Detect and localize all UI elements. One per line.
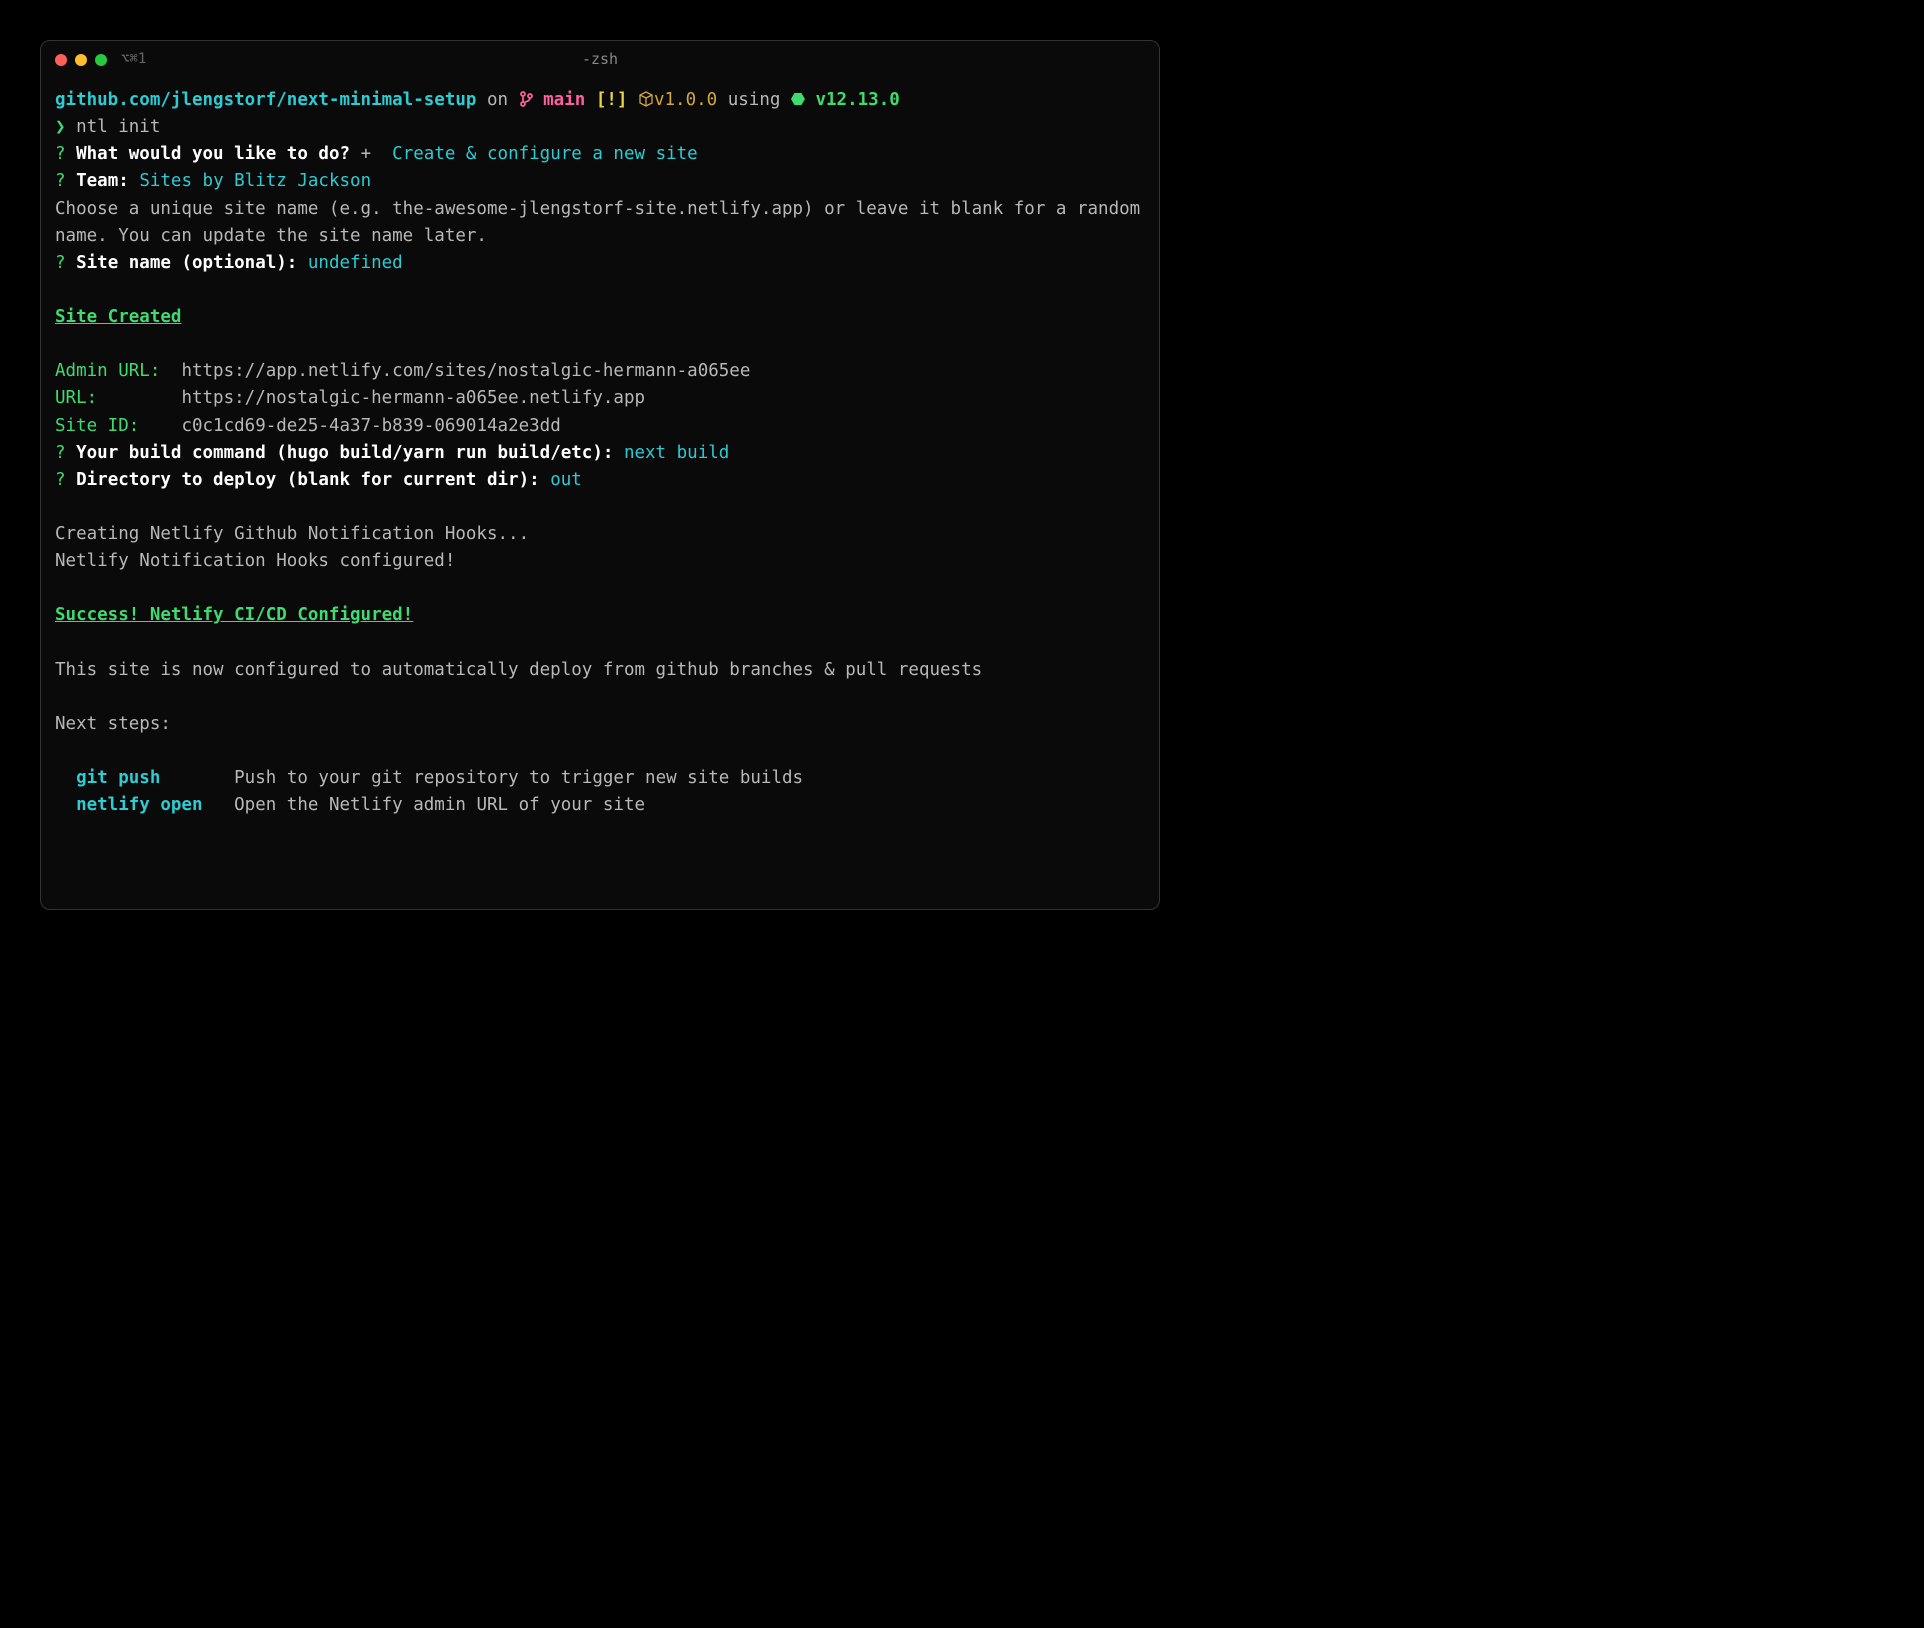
minimize-icon[interactable] xyxy=(75,54,87,66)
package-version: v1.0.0 xyxy=(654,90,717,110)
traffic-lights xyxy=(55,54,107,66)
using-text: using xyxy=(717,90,791,110)
blank-line xyxy=(55,277,1145,304)
step-git-push: git push Push to your git repository to … xyxy=(55,765,1145,792)
step-netlify-open: netlify open Open the Netlify admin URL … xyxy=(55,792,1145,819)
site-id-label: Site ID: xyxy=(55,416,139,436)
question-text: What would you like to do? xyxy=(66,144,361,164)
step-desc: Push to your git repository to trigger n… xyxy=(234,768,803,788)
url-value: https://nostalgic-hermann-a065ee.netlify… xyxy=(181,388,645,408)
hooks-creating: Creating Netlify Github Notification Hoo… xyxy=(55,521,1145,548)
success-heading: Success! Netlify CI/CD Configured! xyxy=(55,602,1145,629)
step-desc: Open the Netlify admin URL of your site xyxy=(234,795,645,815)
branch-icon xyxy=(519,90,533,110)
window-title: -zsh xyxy=(582,48,618,71)
success-desc: This site is now configured to automatic… xyxy=(55,657,1145,684)
hooks-done: Netlify Notification Hooks configured! xyxy=(55,548,1145,575)
repo-path: github.com/jlengstorf/next-minimal-setup xyxy=(55,90,476,110)
plus-char: + xyxy=(361,144,382,164)
deploy-dir-label: Directory to deploy (blank for current d… xyxy=(66,470,551,490)
hexagon-icon xyxy=(791,92,805,106)
question-mark: ? xyxy=(55,470,66,490)
terminal-window: ⌥⌘1 -zsh github.com/jlengstorf/next-mini… xyxy=(40,40,1160,910)
prompt-line: github.com/jlengstorf/next-minimal-setup… xyxy=(55,87,1145,114)
on-text: on xyxy=(476,90,518,110)
question-mark: ? xyxy=(55,253,66,273)
url-label: URL: xyxy=(55,388,97,408)
deploy-dir-value: out xyxy=(550,470,582,490)
q-deploy-dir: ? Directory to deploy (blank for current… xyxy=(55,467,1145,494)
admin-url-label: Admin URL: xyxy=(55,361,160,381)
command-text: ntl init xyxy=(66,117,161,137)
site-created-heading: Site Created xyxy=(55,304,1145,331)
blank-line xyxy=(55,684,1145,711)
step-cmd: netlify open xyxy=(76,795,202,815)
question-mark: ? xyxy=(55,443,66,463)
site-id-line: Site ID: c0c1cd69-de25-4a37-b839-069014a… xyxy=(55,413,1145,440)
title-bar: ⌥⌘1 -zsh xyxy=(41,41,1159,79)
git-flags: [!] xyxy=(596,90,638,110)
next-steps-label: Next steps: xyxy=(55,711,1145,738)
blank-line xyxy=(55,738,1145,765)
pad xyxy=(203,795,235,815)
blank-line xyxy=(55,575,1145,602)
blank-line xyxy=(55,331,1145,358)
q-site-name: ? Site name (optional): undefined xyxy=(55,250,1145,277)
team-value: Sites by Blitz Jackson xyxy=(139,171,371,191)
admin-url-line: Admin URL: https://app.netlify.com/sites… xyxy=(55,358,1145,385)
team-label: Team: xyxy=(66,171,140,191)
site-name-value: undefined xyxy=(308,253,403,273)
q-build-command: ? Your build command (hugo build/yarn ru… xyxy=(55,440,1145,467)
answer-text: Create & configure a new site xyxy=(382,144,698,164)
build-command-value: next build xyxy=(624,443,729,463)
package-icon xyxy=(638,90,654,110)
indent xyxy=(55,768,76,788)
prompt-char: ❯ xyxy=(55,117,66,137)
blank-line xyxy=(55,630,1145,657)
pad xyxy=(160,361,181,381)
question-mark: ? xyxy=(55,144,66,164)
node-version: v12.13.0 xyxy=(805,90,900,110)
pad xyxy=(160,768,234,788)
q-what-to-do: ? What would you like to do? + Create & … xyxy=(55,141,1145,168)
close-icon[interactable] xyxy=(55,54,67,66)
blank-line xyxy=(55,494,1145,521)
zoom-icon[interactable] xyxy=(95,54,107,66)
indent xyxy=(55,795,76,815)
site-id-value: c0c1cd69-de25-4a37-b839-069014a2e3dd xyxy=(181,416,560,436)
q-team: ? Team: Sites by Blitz Jackson xyxy=(55,168,1145,195)
branch-name: main xyxy=(533,90,596,110)
pad xyxy=(139,416,181,436)
build-command-label: Your build command (hugo build/yarn run … xyxy=(66,443,624,463)
command-line: ❯ ntl init xyxy=(55,114,1145,141)
site-name-label: Site name (optional): xyxy=(66,253,308,273)
step-cmd: git push xyxy=(76,768,160,788)
pad xyxy=(97,388,181,408)
site-name-instruction: Choose a unique site name (e.g. the-awes… xyxy=(55,196,1145,250)
url-line: URL: https://nostalgic-hermann-a065ee.ne… xyxy=(55,385,1145,412)
question-mark: ? xyxy=(55,171,66,191)
admin-url-value: https://app.netlify.com/sites/nostalgic-… xyxy=(181,361,750,381)
tab-label: ⌥⌘1 xyxy=(121,49,146,71)
terminal-body[interactable]: github.com/jlengstorf/next-minimal-setup… xyxy=(41,79,1159,833)
